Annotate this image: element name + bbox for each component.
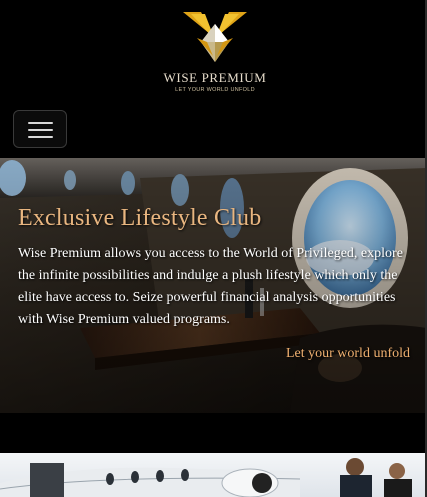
diamond-crest-icon <box>183 12 247 62</box>
brand-logo[interactable]: WISE PREMIUM LET YOUR WORLD UNFOLD <box>150 10 280 100</box>
jet-boarding-photo <box>0 453 427 497</box>
hamburger-menu-icon <box>28 122 53 124</box>
brand-name: WISE PREMIUM <box>163 70 267 85</box>
menu-toggle-button[interactable] <box>13 110 67 148</box>
page: WISE PREMIUM LET YOUR WORLD UNFOLD Exclu… <box>0 0 427 497</box>
jet-boarding-image <box>0 453 427 497</box>
section-spacer <box>0 413 427 453</box>
let-your-world-unfold-link[interactable]: Let your world unfold <box>286 346 410 362</box>
hamburger-menu-icon-line <box>28 129 53 131</box>
hero-banner: Exclusive Lifestyle Club Wise Premium al… <box>0 158 427 413</box>
hamburger-menu-icon-line <box>28 136 53 138</box>
hero-title: Exclusive Lifestyle Club <box>18 205 262 231</box>
hero-description: Wise Premium allows you access to the Wo… <box>18 246 403 327</box>
brand-tagline: LET YOUR WORLD UNFOLD <box>175 87 255 93</box>
site-header: WISE PREMIUM LET YOUR WORLD UNFOLD <box>0 0 427 158</box>
